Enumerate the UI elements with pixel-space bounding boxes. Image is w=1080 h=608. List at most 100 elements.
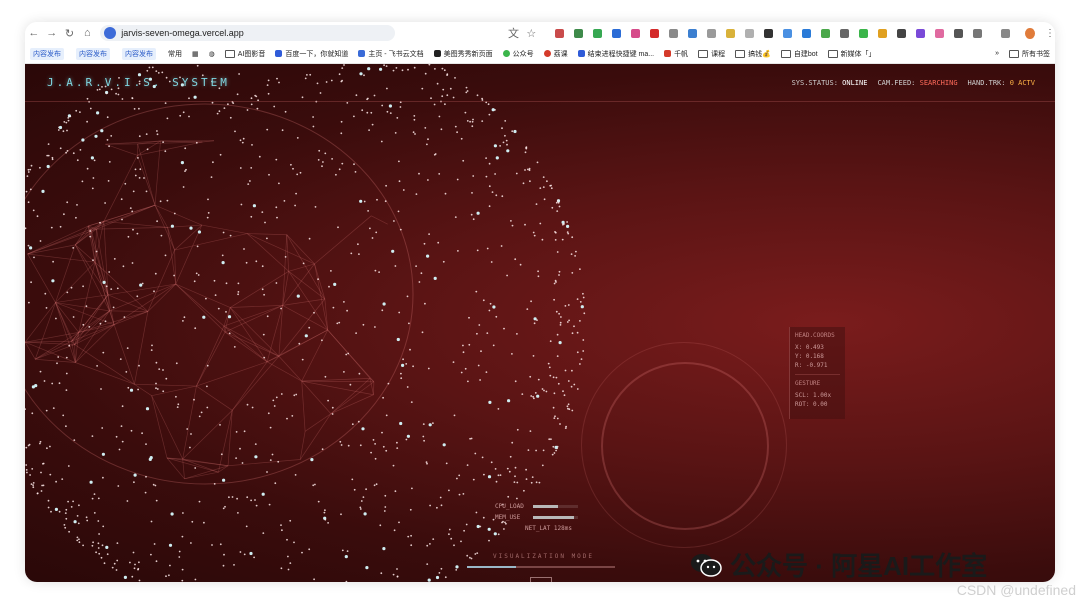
- particle: [582, 350, 585, 352]
- translate-icon[interactable]: 文: [505, 23, 523, 43]
- particle: [155, 387, 157, 390]
- particle: [136, 232, 139, 235]
- particle: [211, 544, 213, 546]
- particle: [482, 299, 485, 302]
- globe-icon[interactable]: ◍: [209, 50, 215, 58]
- bookmark-item[interactable]: 荔课: [543, 49, 568, 59]
- back-icon[interactable]: ←: [25, 23, 43, 43]
- extension-icon[interactable]: [745, 28, 755, 38]
- particle: [576, 331, 579, 334]
- particle: [513, 129, 517, 134]
- particle: [536, 319, 538, 321]
- extension-icon[interactable]: [897, 28, 907, 38]
- extension-icon[interactable]: [916, 28, 926, 38]
- coord-y: Y: 0.168: [795, 353, 824, 360]
- bookmark-folder[interactable]: 自建bot: [780, 49, 818, 59]
- visualization-mode-slider[interactable]: [467, 566, 615, 568]
- particle: [338, 73, 341, 76]
- bookmark-item[interactable]: 内容发布: [122, 47, 158, 60]
- site-info-icon[interactable]: [104, 27, 117, 39]
- bookmark-folder[interactable]: 搞钱💰: [735, 49, 771, 59]
- wireframe-edge: [224, 305, 283, 333]
- bookmark-item[interactable]: 常用: [168, 49, 182, 59]
- extension-icon[interactable]: [574, 28, 584, 38]
- particle: [50, 510, 52, 513]
- extension-icon[interactable]: [859, 28, 869, 38]
- particle: [405, 363, 408, 365]
- particle: [553, 392, 556, 395]
- more-bookmarks-button[interactable]: »: [995, 50, 999, 57]
- bookmark-item[interactable]: 内容发布: [30, 47, 66, 60]
- bookmark-item[interactable]: 公众号: [502, 49, 534, 59]
- forward-icon[interactable]: →: [43, 23, 61, 43]
- particle: [458, 474, 461, 477]
- particle: [312, 116, 314, 118]
- bookmark-item[interactable]: 百度一下，你就知道: [275, 49, 348, 59]
- extension-icon[interactable]: [593, 28, 603, 38]
- particle: [488, 400, 492, 404]
- menu-icon[interactable]: ⋮: [1045, 28, 1055, 39]
- mode-toggle-handle[interactable]: [530, 577, 552, 582]
- bookmark-folder[interactable]: AI图影音: [224, 49, 265, 59]
- extension-icon[interactable]: [631, 28, 641, 38]
- particle: [32, 484, 34, 486]
- extension-icon[interactable]: [954, 28, 964, 38]
- wireframe-edge: [196, 385, 233, 411]
- bookmark-item[interactable]: 主页 - 飞书云文档: [358, 49, 424, 59]
- particle: [427, 578, 431, 582]
- extension-icon[interactable]: [878, 28, 888, 38]
- particle: [275, 206, 278, 209]
- extension-icon[interactable]: [821, 28, 831, 38]
- particle: [455, 569, 458, 571]
- particle: [275, 158, 278, 161]
- particle: [131, 262, 134, 264]
- puzzle-icon[interactable]: [973, 28, 983, 38]
- extension-icon[interactable]: [612, 28, 622, 38]
- download-icon[interactable]: [1001, 28, 1011, 38]
- particle: [308, 326, 311, 329]
- particle: [47, 499, 50, 502]
- extension-icon[interactable]: [935, 28, 945, 38]
- extension-icon[interactable]: [783, 28, 793, 38]
- bookmark-item[interactable]: 千帆: [664, 49, 688, 59]
- particle: [79, 111, 81, 113]
- extension-icon[interactable]: [840, 28, 850, 38]
- wireframe-edge: [266, 361, 302, 382]
- particle: [438, 572, 441, 574]
- extension-icon[interactable]: [764, 28, 774, 38]
- particle: [511, 441, 514, 444]
- url-field[interactable]: jarvis-seven-omega.vercel.app: [100, 25, 395, 41]
- particle: [25, 446, 28, 449]
- particle: [177, 403, 180, 406]
- jarvis-viewport[interactable]: J.A.R.V.I.S. SYSTEM SYS.STATUS: ONLINE C…: [25, 64, 1055, 582]
- extensions-row: [550, 28, 1015, 38]
- bookmark-item[interactable]: 内容发布: [76, 47, 112, 60]
- apps-grid-icon[interactable]: ▦: [192, 50, 199, 58]
- particle: [381, 104, 384, 107]
- home-icon[interactable]: ⌂: [78, 23, 96, 43]
- particle: [243, 430, 246, 433]
- reload-icon[interactable]: ↻: [61, 23, 79, 43]
- extension-icon[interactable]: [669, 28, 679, 38]
- profile-avatar[interactable]: [1025, 27, 1035, 39]
- particle: [366, 111, 369, 114]
- extension-icon[interactable]: [650, 28, 660, 38]
- extension-icon[interactable]: [707, 28, 717, 38]
- bookmark-folder[interactable]: 新媒体「」: [827, 49, 876, 59]
- bookmark-folder[interactable]: 课程: [698, 49, 725, 59]
- particle: [254, 94, 257, 97]
- extension-icon[interactable]: [802, 28, 812, 38]
- all-bookmarks-button[interactable]: 所有书签: [1009, 49, 1050, 59]
- particle: [132, 228, 134, 231]
- particle: [487, 527, 491, 531]
- particle: [482, 516, 485, 519]
- particle: [333, 282, 337, 286]
- bookmark-item[interactable]: 美图秀秀新页面: [433, 49, 493, 59]
- bookmark-star-icon[interactable]: ☆: [522, 23, 540, 43]
- extension-icon[interactable]: [555, 28, 565, 38]
- particle: [514, 466, 517, 469]
- extension-icon[interactable]: [688, 28, 698, 38]
- extension-icon[interactable]: [726, 28, 736, 38]
- bookmark-item[interactable]: 结束进程快捷键 ma...: [577, 49, 654, 59]
- particle: [359, 199, 363, 203]
